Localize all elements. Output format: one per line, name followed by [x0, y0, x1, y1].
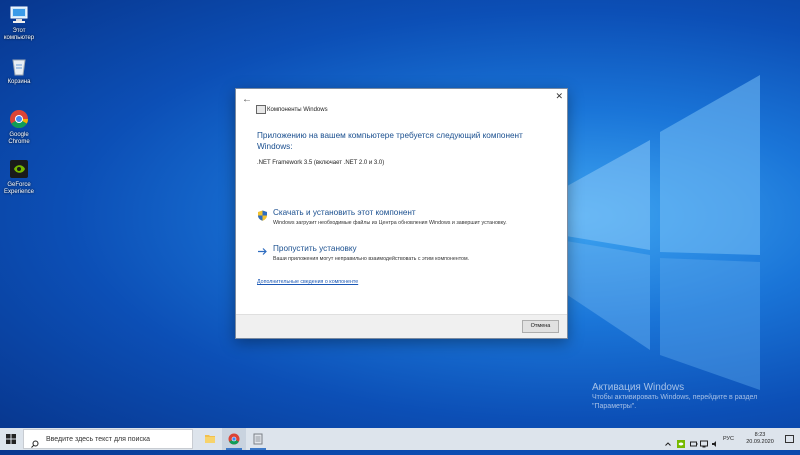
battery-icon[interactable] [690, 435, 698, 447]
chrome-icon [8, 108, 30, 130]
taskbar-search[interactable]: Введите здесь текст для поиска [23, 429, 193, 449]
taskbar: Введите здесь текст для поиска РУС 8:23 … [0, 428, 800, 450]
file-explorer-icon [205, 435, 215, 443]
taskbar-chrome[interactable] [222, 428, 246, 450]
back-arrow-icon[interactable]: ← [242, 94, 252, 105]
download-install-title: Скачать и установить этот компонент [273, 208, 416, 217]
skip-install-title: Пропустить установку [273, 244, 357, 253]
arrow-right-icon [257, 244, 268, 255]
windows-features-dialog: ← Компоненты Windows ✕ Приложению на ваш… [235, 88, 568, 339]
activation-watermark: Активация Windows Чтобы активировать Win… [592, 382, 782, 411]
geforce-icon [8, 158, 30, 180]
component-name: .NET Framework 3.5 (включает .NET 2.0 и … [257, 160, 385, 166]
desktop-icon-label: GeForce Experience [3, 182, 35, 195]
desktop-icon-label: Этот компьютер [3, 28, 35, 41]
clock[interactable]: 8:23 20.09.2020 [744, 432, 776, 446]
dialog-footer: Отмена [236, 314, 567, 338]
skip-install-option[interactable]: Пропустить установку Ваши приложения мог… [257, 244, 537, 264]
desktop-icon-geforce[interactable]: GeForce Experience [2, 158, 36, 196]
close-button[interactable]: ✕ [555, 91, 563, 102]
search-icon [31, 435, 39, 448]
clock-time: 8:23 [754, 432, 766, 438]
nvidia-tray-icon[interactable] [677, 435, 685, 448]
recycle-bin-icon [8, 55, 30, 77]
start-button[interactable] [0, 428, 22, 450]
volume-icon[interactable] [711, 435, 719, 447]
windows-logo-icon [6, 434, 16, 444]
desktop-icon-label: Google Chrome [8, 132, 30, 145]
dialog-heading: Приложению на вашем компьютере требуется… [257, 131, 523, 151]
chrome-icon [228, 433, 240, 445]
activation-text: Чтобы активировать Windows, перейдите в … [592, 394, 758, 410]
network-icon[interactable] [700, 435, 708, 448]
dialog-title: Компоненты Windows [267, 107, 328, 113]
activation-title: Активация Windows [592, 382, 685, 393]
dialog-titlebar: ← Компоненты Windows ✕ [236, 89, 567, 114]
uac-shield-icon [257, 208, 268, 221]
language-indicator[interactable]: РУС [723, 436, 734, 442]
chevron-up-icon[interactable] [664, 435, 672, 446]
notification-icon[interactable] [785, 435, 794, 443]
taskbar-file-explorer[interactable] [198, 428, 222, 450]
search-placeholder: Введите здесь текст для поиска [46, 436, 151, 443]
download-install-description: Windows загрузит необходимые файлы из Це… [273, 220, 507, 226]
desktop-icon-chrome[interactable]: Google Chrome [2, 108, 36, 146]
windows-features-icon [256, 105, 266, 114]
cancel-button[interactable]: Отмена [522, 320, 559, 333]
details-link[interactable]: Дополнительные сведения о компоненте [257, 279, 358, 285]
windows-features-icon [253, 433, 263, 445]
desktop-icon-recycle-bin[interactable]: Корзина [2, 55, 36, 86]
download-install-option[interactable]: Скачать и установить этот компонент Wind… [257, 208, 537, 234]
skip-install-description: Ваши приложения могут неправильно взаимо… [273, 256, 470, 262]
desktop-icon-this-pc[interactable]: Этот компьютер [2, 4, 36, 42]
taskbar-windows-features[interactable] [246, 428, 270, 450]
desktop-icon-label: Корзина [7, 79, 31, 85]
clock-date: 20.09.2020 [746, 439, 774, 445]
computer-icon [8, 4, 30, 26]
